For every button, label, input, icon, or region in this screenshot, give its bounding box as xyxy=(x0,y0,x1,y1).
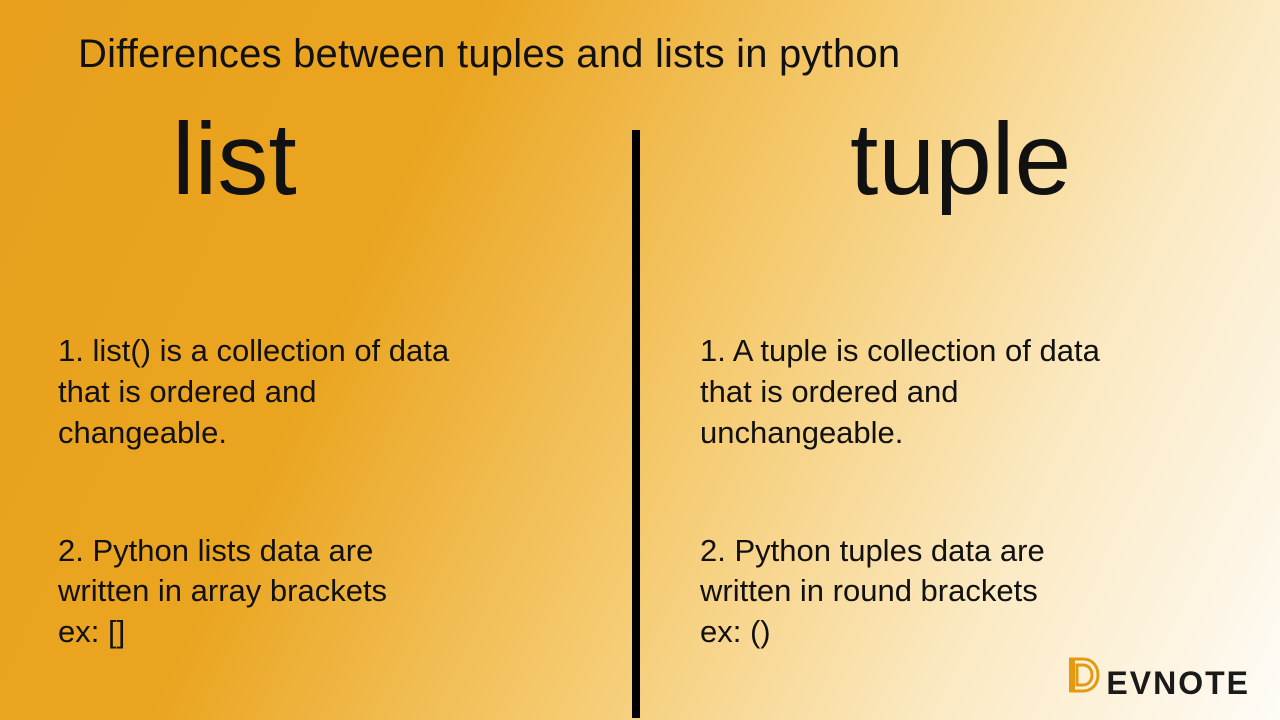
list-heading: list xyxy=(172,108,297,210)
tuple-points: 1. A tuple is collection of data that is… xyxy=(700,290,1240,694)
page-title: Differences between tuples and lists in … xyxy=(78,32,900,77)
devnote-logo: EVNOTE xyxy=(1068,656,1250,702)
list-points: 1. list() is a collection of data that i… xyxy=(58,290,598,694)
vertical-divider xyxy=(632,130,640,718)
tuple-heading: tuple xyxy=(850,108,1071,210)
devnote-logo-text: EVNOTE xyxy=(1106,665,1250,702)
tuple-point-1: 1. A tuple is collection of data that is… xyxy=(700,331,1240,454)
tuple-point-2: 2. Python tuples data are written in rou… xyxy=(700,531,1240,654)
list-point-2: 2. Python lists data are written in arra… xyxy=(58,531,598,654)
list-point-1: 1. list() is a collection of data that i… xyxy=(58,331,598,454)
devnote-logo-icon xyxy=(1068,656,1102,694)
